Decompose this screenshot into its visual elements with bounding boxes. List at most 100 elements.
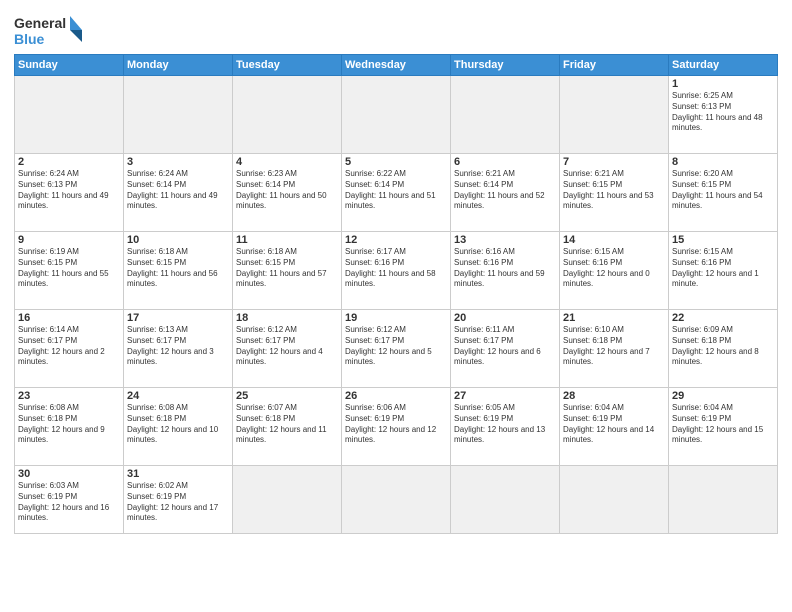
calendar-cell: 4Sunrise: 6:23 AMSunset: 6:14 PMDaylight… — [233, 154, 342, 232]
calendar-cell: 28Sunrise: 6:04 AMSunset: 6:19 PMDayligh… — [560, 388, 669, 466]
day-info: Sunrise: 6:10 AMSunset: 6:18 PMDaylight:… — [563, 325, 665, 368]
day-number: 6 — [454, 156, 556, 168]
calendar-cell: 27Sunrise: 6:05 AMSunset: 6:19 PMDayligh… — [451, 388, 560, 466]
calendar-cell: 24Sunrise: 6:08 AMSunset: 6:18 PMDayligh… — [124, 388, 233, 466]
calendar-cell: 23Sunrise: 6:08 AMSunset: 6:18 PMDayligh… — [15, 388, 124, 466]
calendar-cell: 25Sunrise: 6:07 AMSunset: 6:18 PMDayligh… — [233, 388, 342, 466]
day-info: Sunrise: 6:14 AMSunset: 6:17 PMDaylight:… — [18, 325, 120, 368]
logo: GeneralBlue — [14, 12, 84, 48]
calendar-cell: 22Sunrise: 6:09 AMSunset: 6:18 PMDayligh… — [669, 310, 778, 388]
day-info: Sunrise: 6:08 AMSunset: 6:18 PMDaylight:… — [127, 403, 229, 446]
day-info: Sunrise: 6:24 AMSunset: 6:13 PMDaylight:… — [18, 169, 120, 212]
day-number: 16 — [18, 312, 120, 324]
calendar-cell: 3Sunrise: 6:24 AMSunset: 6:14 PMDaylight… — [124, 154, 233, 232]
svg-text:Blue: Blue — [14, 31, 45, 47]
day-info: Sunrise: 6:22 AMSunset: 6:14 PMDaylight:… — [345, 169, 447, 212]
calendar-cell: 19Sunrise: 6:12 AMSunset: 6:17 PMDayligh… — [342, 310, 451, 388]
calendar-cell: 16Sunrise: 6:14 AMSunset: 6:17 PMDayligh… — [15, 310, 124, 388]
calendar-cell: 15Sunrise: 6:15 AMSunset: 6:16 PMDayligh… — [669, 232, 778, 310]
day-info: Sunrise: 6:04 AMSunset: 6:19 PMDaylight:… — [672, 403, 774, 446]
day-number: 8 — [672, 156, 774, 168]
day-number: 10 — [127, 234, 229, 246]
weekday-header-monday: Monday — [124, 55, 233, 76]
day-info: Sunrise: 6:15 AMSunset: 6:16 PMDaylight:… — [672, 247, 774, 290]
day-number: 31 — [127, 468, 229, 480]
calendar-cell — [451, 76, 560, 154]
day-info: Sunrise: 6:19 AMSunset: 6:15 PMDaylight:… — [18, 247, 120, 290]
calendar-cell — [124, 76, 233, 154]
day-info: Sunrise: 6:24 AMSunset: 6:14 PMDaylight:… — [127, 169, 229, 212]
day-number: 19 — [345, 312, 447, 324]
day-number: 29 — [672, 390, 774, 402]
calendar-cell: 29Sunrise: 6:04 AMSunset: 6:19 PMDayligh… — [669, 388, 778, 466]
calendar-cell: 13Sunrise: 6:16 AMSunset: 6:16 PMDayligh… — [451, 232, 560, 310]
calendar-row-5: 30Sunrise: 6:03 AMSunset: 6:19 PMDayligh… — [15, 466, 778, 534]
calendar-cell — [15, 76, 124, 154]
day-number: 1 — [672, 78, 774, 90]
calendar-row-0: 1Sunrise: 6:25 AMSunset: 6:13 PMDaylight… — [15, 76, 778, 154]
calendar-cell — [233, 76, 342, 154]
day-number: 5 — [345, 156, 447, 168]
calendar-cell — [669, 466, 778, 534]
day-number: 11 — [236, 234, 338, 246]
day-info: Sunrise: 6:08 AMSunset: 6:18 PMDaylight:… — [18, 403, 120, 446]
weekday-header-tuesday: Tuesday — [233, 55, 342, 76]
day-number: 27 — [454, 390, 556, 402]
svg-text:General: General — [14, 15, 66, 31]
day-info: Sunrise: 6:12 AMSunset: 6:17 PMDaylight:… — [345, 325, 447, 368]
calendar-cell: 6Sunrise: 6:21 AMSunset: 6:14 PMDaylight… — [451, 154, 560, 232]
calendar-cell: 7Sunrise: 6:21 AMSunset: 6:15 PMDaylight… — [560, 154, 669, 232]
weekday-header-sunday: Sunday — [15, 55, 124, 76]
calendar-cell — [342, 466, 451, 534]
calendar-row-1: 2Sunrise: 6:24 AMSunset: 6:13 PMDaylight… — [15, 154, 778, 232]
day-number: 21 — [563, 312, 665, 324]
calendar-cell: 31Sunrise: 6:02 AMSunset: 6:19 PMDayligh… — [124, 466, 233, 534]
day-number: 28 — [563, 390, 665, 402]
calendar-row-2: 9Sunrise: 6:19 AMSunset: 6:15 PMDaylight… — [15, 232, 778, 310]
calendar-cell: 1Sunrise: 6:25 AMSunset: 6:13 PMDaylight… — [669, 76, 778, 154]
calendar-cell: 17Sunrise: 6:13 AMSunset: 6:17 PMDayligh… — [124, 310, 233, 388]
day-number: 7 — [563, 156, 665, 168]
day-info: Sunrise: 6:05 AMSunset: 6:19 PMDaylight:… — [454, 403, 556, 446]
page: GeneralBlue SundayMondayTuesdayWednesday… — [0, 0, 792, 612]
calendar-cell: 18Sunrise: 6:12 AMSunset: 6:17 PMDayligh… — [233, 310, 342, 388]
day-number: 22 — [672, 312, 774, 324]
calendar-cell: 21Sunrise: 6:10 AMSunset: 6:18 PMDayligh… — [560, 310, 669, 388]
day-info: Sunrise: 6:21 AMSunset: 6:15 PMDaylight:… — [563, 169, 665, 212]
day-number: 4 — [236, 156, 338, 168]
calendar-cell: 9Sunrise: 6:19 AMSunset: 6:15 PMDaylight… — [15, 232, 124, 310]
calendar-cell — [233, 466, 342, 534]
day-info: Sunrise: 6:09 AMSunset: 6:18 PMDaylight:… — [672, 325, 774, 368]
day-info: Sunrise: 6:13 AMSunset: 6:17 PMDaylight:… — [127, 325, 229, 368]
calendar-cell: 26Sunrise: 6:06 AMSunset: 6:19 PMDayligh… — [342, 388, 451, 466]
day-info: Sunrise: 6:16 AMSunset: 6:16 PMDaylight:… — [454, 247, 556, 290]
calendar-cell: 12Sunrise: 6:17 AMSunset: 6:16 PMDayligh… — [342, 232, 451, 310]
day-info: Sunrise: 6:03 AMSunset: 6:19 PMDaylight:… — [18, 481, 120, 524]
day-info: Sunrise: 6:11 AMSunset: 6:17 PMDaylight:… — [454, 325, 556, 368]
day-number: 30 — [18, 468, 120, 480]
day-info: Sunrise: 6:07 AMSunset: 6:18 PMDaylight:… — [236, 403, 338, 446]
logo-icon: GeneralBlue — [14, 12, 84, 48]
weekday-header-row: SundayMondayTuesdayWednesdayThursdayFrid… — [15, 55, 778, 76]
day-number: 26 — [345, 390, 447, 402]
day-number: 3 — [127, 156, 229, 168]
day-number: 15 — [672, 234, 774, 246]
day-number: 2 — [18, 156, 120, 168]
calendar-row-3: 16Sunrise: 6:14 AMSunset: 6:17 PMDayligh… — [15, 310, 778, 388]
calendar-cell — [342, 76, 451, 154]
day-number: 9 — [18, 234, 120, 246]
calendar-cell: 5Sunrise: 6:22 AMSunset: 6:14 PMDaylight… — [342, 154, 451, 232]
day-info: Sunrise: 6:21 AMSunset: 6:14 PMDaylight:… — [454, 169, 556, 212]
day-info: Sunrise: 6:12 AMSunset: 6:17 PMDaylight:… — [236, 325, 338, 368]
header: GeneralBlue — [14, 12, 778, 48]
day-number: 23 — [18, 390, 120, 402]
day-info: Sunrise: 6:20 AMSunset: 6:15 PMDaylight:… — [672, 169, 774, 212]
day-number: 18 — [236, 312, 338, 324]
calendar-cell: 10Sunrise: 6:18 AMSunset: 6:15 PMDayligh… — [124, 232, 233, 310]
weekday-header-saturday: Saturday — [669, 55, 778, 76]
day-info: Sunrise: 6:04 AMSunset: 6:19 PMDaylight:… — [563, 403, 665, 446]
calendar-cell: 20Sunrise: 6:11 AMSunset: 6:17 PMDayligh… — [451, 310, 560, 388]
day-info: Sunrise: 6:23 AMSunset: 6:14 PMDaylight:… — [236, 169, 338, 212]
day-info: Sunrise: 6:06 AMSunset: 6:19 PMDaylight:… — [345, 403, 447, 446]
day-number: 25 — [236, 390, 338, 402]
